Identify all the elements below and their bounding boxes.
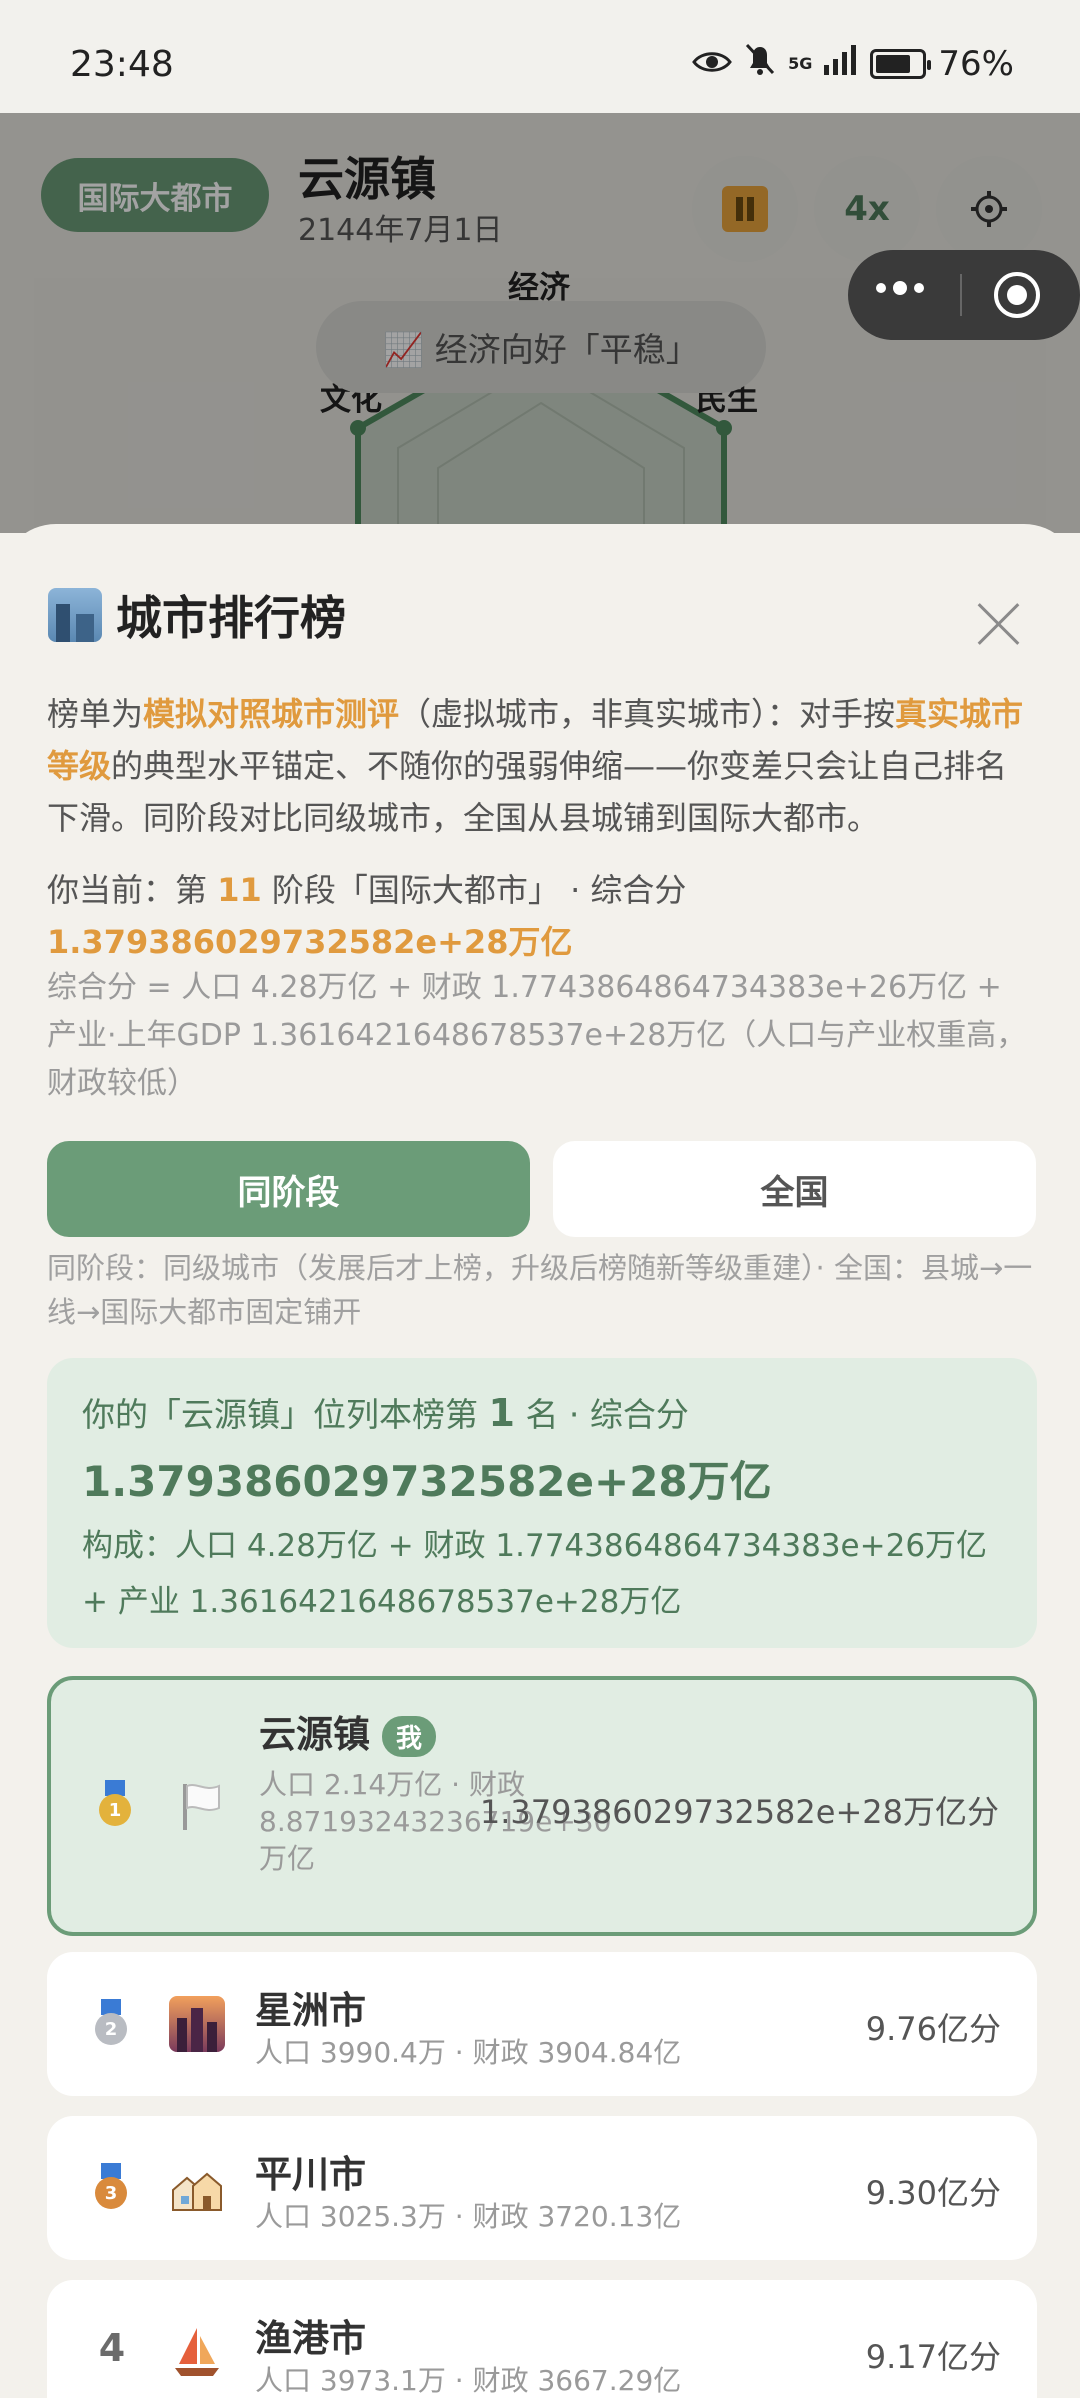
close-miniprogram-icon[interactable] — [994, 272, 1040, 318]
houses-icon — [169, 2160, 225, 2216]
ranking-row[interactable]: 3 平川市 人口 3025.3万 · 财政 3720.13亿 9.30亿分 — [47, 2116, 1037, 2260]
gold-medal-icon: 1 — [95, 1780, 135, 1830]
close-icon[interactable] — [976, 602, 1020, 646]
row-sub: 人口 3025.3万 · 财政 3720.13亿 — [255, 2200, 682, 2233]
tab-note: 同阶段：同级城市（发展后才上榜，升级后榜随新等级重建）· 全国：县城→一线→国际… — [47, 1251, 1033, 1329]
city-skyline-icon — [169, 1996, 225, 2052]
mute-bell-icon — [744, 42, 776, 85]
row-name-text: 云源镇 — [259, 1713, 370, 1756]
current-stage-number: 11 — [217, 871, 262, 909]
summary-score: 1.379386029732582e+28万亿 — [82, 1457, 772, 1506]
current-stage: 你当前：第 11 阶段「国际大都市」 · 综合分 1.37938602973258… — [47, 864, 1037, 968]
me-badge: 我 — [382, 1716, 437, 1757]
sheet-title: 城市排行榜 — [48, 582, 346, 648]
intro-part-1: 榜单为 — [47, 695, 144, 733]
current-middle: 阶段「国际大都市」 · 综合分 — [261, 871, 687, 909]
row-name: 星洲市 — [255, 1989, 366, 2032]
sailboat-icon — [169, 2324, 225, 2380]
row-sub: 人口 3973.1万 · 财政 3667.29亿 — [255, 2364, 682, 2397]
summary-composition: 构成：人口 4.28万亿 + 财政 1.7743864864734383e+26… — [82, 1528, 988, 1620]
status-bar: 23:48 5G 76% — [0, 0, 1080, 113]
battery-icon — [870, 48, 932, 79]
status-icons: 5G 76% — [692, 42, 1014, 85]
current-prefix: 你当前：第 — [47, 871, 218, 909]
row-name: 渔港市 — [255, 2317, 366, 2360]
cityscape-icon — [48, 588, 102, 642]
score-formula: 综合分 = 人口 4.28万亿 + 财政 1.7743864864734383e… — [47, 970, 1027, 1101]
row-name: 平川市 — [255, 2153, 366, 2196]
tab-national[interactable]: 全国 — [553, 1141, 1036, 1237]
intro-highlight-1: 模拟对照城市测评 — [143, 695, 400, 733]
summary-rank: 1 — [488, 1391, 515, 1435]
summary-rank-line: 你的「云源镇」位列本榜第 1 名 · 综合分 — [82, 1388, 689, 1436]
capsule-divider — [960, 274, 962, 316]
summary-prefix: 你的「云源镇」位列本榜第 — [82, 1395, 489, 1434]
intro-part-3: 的典型水平锚定、不随你的强弱伸缩——你变差只会让自己排名下滑。同阶段对比同级城市… — [47, 747, 1008, 837]
signal-bars-icon — [824, 43, 858, 84]
ranking-row[interactable]: 4 渔港市 人口 3973.1万 · 财政 3667.29亿 9.17亿分 — [47, 2280, 1037, 2398]
row-sub: 人口 3990.4万 · 财政 3904.84亿 — [255, 2036, 682, 2069]
current-score: 1.379386029732582e+28万亿 — [47, 923, 573, 961]
eye-icon — [692, 44, 733, 84]
row-name: 云源镇我 — [259, 1704, 437, 1758]
intro-text: 榜单为模拟对照城市测评（虚拟城市，非真实城市）：对手按真实城市等级的典型水平锚定… — [47, 688, 1037, 844]
white-flag-icon — [173, 1778, 229, 1834]
more-icon[interactable] — [876, 281, 924, 295]
row-score: 9.30亿分 — [865, 2174, 1001, 2212]
rank-summary-card: 你的「云源镇」位列本榜第 1 名 · 综合分 1.379386029732582… — [47, 1358, 1037, 1648]
network-label: 5G — [788, 53, 813, 73]
ranking-row-me[interactable]: 1 云源镇我 人口 2.14万亿 · 财政 8.87193243236719e+… — [47, 1676, 1037, 1936]
battery-percent: 76% — [938, 43, 1014, 84]
signal-5g-icon: 5G — [788, 53, 813, 73]
ranking-row[interactable]: 2 星洲市 人口 3990.4万 · 财政 3904.84亿 9.76亿分 — [47, 1952, 1037, 2096]
row-score: 1.379386029732582e+28万亿分 — [479, 1793, 999, 1831]
miniprogram-capsule — [848, 250, 1080, 340]
status-time: 23:48 — [70, 44, 174, 85]
row-rank: 4 — [98, 2326, 126, 2370]
row-score: 9.17亿分 — [865, 2338, 1001, 2376]
ranking-sheet: 城市排行榜 榜单为模拟对照城市测评（虚拟城市，非真实城市）：对手按真实城市等级的… — [0, 524, 1080, 2398]
silver-medal-icon: 2 — [91, 1999, 131, 2049]
battery-fill — [876, 54, 910, 73]
sheet-title-text: 城市排行榜 — [116, 591, 346, 645]
summary-suffix: 名 · 综合分 — [514, 1395, 689, 1434]
tab-same-stage[interactable]: 同阶段 — [47, 1141, 530, 1237]
intro-part-2: （虚拟城市，非真实城市）：对手按 — [399, 695, 896, 733]
bronze-medal-icon: 3 — [91, 2163, 131, 2213]
row-score: 9.76亿分 — [865, 2010, 1001, 2048]
